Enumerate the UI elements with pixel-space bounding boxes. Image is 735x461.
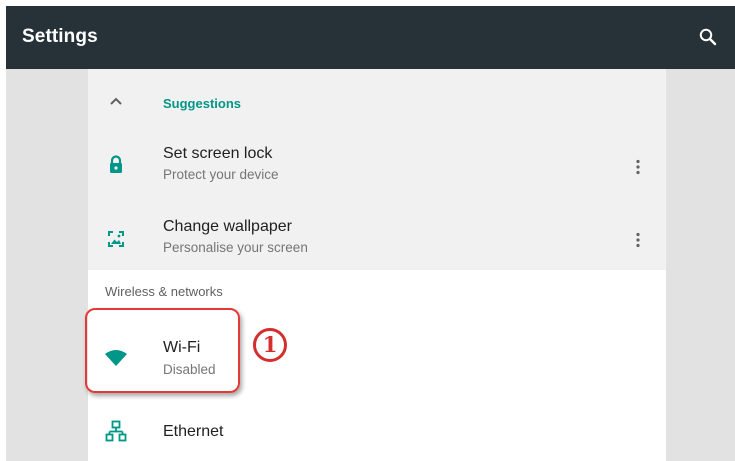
suggestions-label: Suggestions [163, 96, 242, 111]
category-header-wireless: Wireless & networks [105, 284, 223, 299]
chevron-up-icon[interactable] [104, 90, 128, 114]
suggestion-title: Change wallpaper [163, 218, 292, 235]
more-vert-icon[interactable] [626, 155, 650, 179]
settings-item-title: Ethernet [163, 423, 224, 440]
settings-list: Suggestions Set screen lock Protect your… [88, 69, 666, 461]
suggestion-item-wallpaper[interactable]: Change wallpaper Personalise your screen [88, 208, 666, 270]
suggestion-item-screen-lock[interactable]: Set screen lock Protect your device [88, 135, 666, 197]
settings-item-ethernet[interactable]: Ethernet [88, 399, 666, 455]
wallpaper-icon [104, 227, 128, 251]
more-vert-icon[interactable] [626, 228, 650, 252]
app-bar-title: Settings [22, 26, 98, 47]
suggestions-header[interactable]: Suggestions [88, 84, 666, 120]
suggestions-card: Suggestions Set screen lock Protect your… [88, 69, 666, 270]
lock-icon [104, 153, 128, 177]
annotation-step-number: 1 [262, 332, 278, 357]
suggestion-summary: Protect your device [163, 167, 279, 182]
ethernet-icon [104, 419, 128, 443]
suggestion-title: Set screen lock [163, 145, 273, 162]
app-bar: Settings [6, 6, 735, 69]
annotation-step-marker: 1 [253, 328, 287, 362]
search-icon[interactable] [696, 25, 720, 49]
suggestion-summary: Personalise your screen [163, 240, 308, 255]
annotation-highlight-box [85, 308, 240, 393]
